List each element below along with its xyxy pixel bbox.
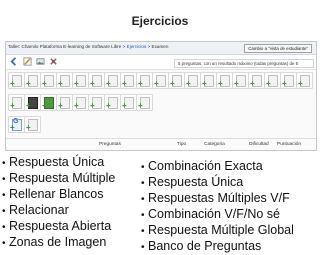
question-type-button[interactable]: +: [120, 72, 137, 89]
question-type-button[interactable]: +: [24, 94, 41, 111]
question-types-list-right: Combinación Exacta Respuesta Única Respu…: [141, 159, 294, 255]
question-type-button[interactable]: +: [216, 72, 233, 89]
back-icon[interactable]: [10, 57, 19, 66]
question-type-button[interactable]: +: [136, 94, 153, 111]
question-type-button[interactable]: +: [24, 116, 41, 133]
add-icon: +: [106, 79, 111, 88]
question-type-button[interactable]: +: [264, 72, 281, 89]
question-type-button[interactable]: +: [40, 94, 57, 111]
add-icon: +: [42, 79, 47, 88]
question-type-button[interactable]: +: [280, 72, 297, 89]
question-type-button[interactable]: +: [72, 94, 89, 111]
add-icon: +: [138, 101, 143, 110]
add-icon: +: [250, 79, 255, 88]
add-icon: +: [26, 79, 31, 88]
edit-icon[interactable]: [23, 57, 32, 66]
question-type-button[interactable]: +: [152, 72, 169, 89]
question-type-button[interactable]: +: [104, 72, 121, 89]
question-type-button[interactable]: +: [120, 94, 137, 111]
question-type-button[interactable]: +: [248, 72, 265, 89]
list-item: Rellenar Blancos: [2, 187, 115, 203]
add-icon: +: [266, 79, 271, 88]
add-icon: +: [122, 101, 127, 110]
add-icon: +: [298, 79, 303, 88]
question-type-button[interactable]: +: [8, 94, 25, 111]
slide-title: Ejercicios: [131, 14, 189, 28]
list-item: Banco de Preguntas: [141, 239, 294, 255]
list-item: Relacionar: [2, 203, 115, 219]
list-item: Respuesta Múltiple Global: [141, 223, 294, 239]
list-item: Combinación V/F/No sé: [141, 207, 294, 223]
add-icon: +: [58, 101, 63, 110]
add-icon: +: [170, 79, 175, 88]
list-item: Respuestas Múltiples V/F: [141, 191, 294, 207]
column-header[interactable]: Puntuación: [277, 142, 301, 147]
student-view-button[interactable]: Cambio a "vista de estudiante": [244, 44, 312, 53]
toolbar: 5 preguntas, con un resultado máximo (to…: [6, 55, 316, 70]
settings-icon[interactable]: [49, 57, 58, 66]
breadcrumb-exercises[interactable]: Ejercicios: [127, 44, 147, 49]
column-header[interactable]: Categoria: [204, 142, 225, 147]
add-icon: +: [74, 79, 79, 88]
chamilo-screenshot: Taller: Chamilo Plataforma E-learning de…: [5, 41, 317, 151]
question-type-button[interactable]: +: [8, 72, 25, 89]
add-icon: +: [10, 79, 15, 88]
question-type-button[interactable]: +: [72, 72, 89, 89]
questions-table-header: Preguntas Tipo Categoria Dificultad Punt…: [6, 138, 316, 150]
add-icon: +: [74, 101, 79, 110]
list-item: Respuesta Abierta: [2, 219, 115, 235]
breadcrumb-separator: >: [122, 44, 126, 49]
breadcrumb-current: Examen: [151, 44, 169, 49]
list-item: Combinación Exacta: [141, 159, 294, 175]
question-types-list-left: Respuesta Única Respuesta Múltiple Relle…: [2, 155, 115, 251]
question-type-button[interactable]: +: [88, 94, 105, 111]
add-icon: +: [218, 79, 223, 88]
add-icon: +: [186, 79, 191, 88]
add-icon: +: [26, 101, 31, 110]
list-item: Respuesta Múltiple: [2, 171, 115, 187]
question-type-button[interactable]: +: [56, 94, 73, 111]
question-type-button[interactable]: +: [296, 72, 313, 89]
add-icon: +: [106, 101, 111, 110]
list-item: Zonas de Imagen: [2, 235, 115, 251]
add-icon: +: [10, 123, 15, 132]
image-icon[interactable]: [36, 57, 45, 66]
question-type-button[interactable]: +: [200, 72, 217, 89]
question-type-button[interactable]: +: [104, 94, 121, 111]
question-type-button[interactable]: +: [136, 72, 153, 89]
list-item: Respuesta Única: [2, 155, 115, 171]
add-icon: +: [202, 79, 207, 88]
add-icon: +: [26, 123, 31, 132]
add-icon: +: [10, 101, 15, 110]
add-icon: +: [58, 79, 63, 88]
question-type-button[interactable]: +: [56, 72, 73, 89]
add-icon: +: [42, 101, 47, 110]
add-icon: +: [154, 79, 159, 88]
question-type-button[interactable]: +: [24, 72, 41, 89]
question-type-button[interactable]: G +: [8, 116, 25, 133]
breadcrumb-course[interactable]: Taller: Chamilo Plataforma E-learning de…: [8, 44, 121, 49]
add-icon: +: [90, 101, 95, 110]
column-header[interactable]: Tipo: [177, 142, 186, 147]
column-header[interactable]: Preguntas: [99, 142, 121, 147]
column-header[interactable]: Dificultad: [249, 142, 269, 147]
info-text: 5 preguntas, con un resultado máximo (to…: [174, 59, 314, 68]
top-bar: Taller: Chamilo Plataforma E-learning de…: [6, 42, 316, 55]
question-type-grid: + + + + + + + + + + + + + + + + + + + + + + + + + + + + G + +: [8, 72, 314, 138]
add-icon: +: [282, 79, 287, 88]
question-type-button[interactable]: +: [184, 72, 201, 89]
add-icon: +: [122, 79, 127, 88]
breadcrumb: Taller: Chamilo Plataforma E-learning de…: [8, 44, 168, 49]
question-type-button[interactable]: +: [232, 72, 249, 89]
question-type-button[interactable]: +: [88, 72, 105, 89]
add-icon: +: [234, 79, 239, 88]
question-type-button[interactable]: +: [40, 72, 57, 89]
add-icon: +: [90, 79, 95, 88]
breadcrumb-separator: >: [147, 44, 151, 49]
list-item: Respuesta Única: [141, 175, 294, 191]
question-type-button[interactable]: +: [168, 72, 185, 89]
add-icon: +: [138, 79, 143, 88]
